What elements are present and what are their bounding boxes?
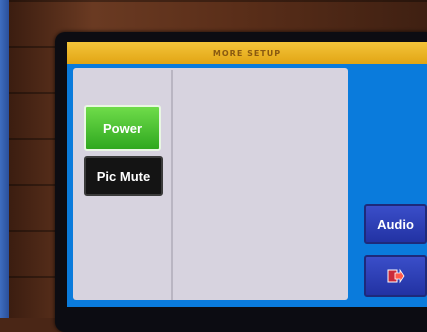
power-button[interactable]: Power [84, 105, 161, 151]
exit-arrow-icon [387, 268, 404, 284]
pic-mute-button[interactable]: Pic Mute [84, 156, 163, 196]
power-button-label: Power [102, 120, 142, 136]
page-title: MORE SETUP [212, 48, 282, 58]
title-bar: MORE SETUP [67, 42, 427, 64]
content-divider [171, 70, 173, 300]
audio-button-label: Audio [377, 216, 414, 232]
photo-edge-strip [0, 0, 9, 318]
pic-mute-button-label: Pic Mute [96, 168, 151, 184]
audio-button[interactable]: Audio [364, 204, 427, 244]
exit-button[interactable] [364, 255, 427, 297]
touch-panel-screen: MORE SETUP Power Pic Mute Audio [67, 42, 427, 307]
